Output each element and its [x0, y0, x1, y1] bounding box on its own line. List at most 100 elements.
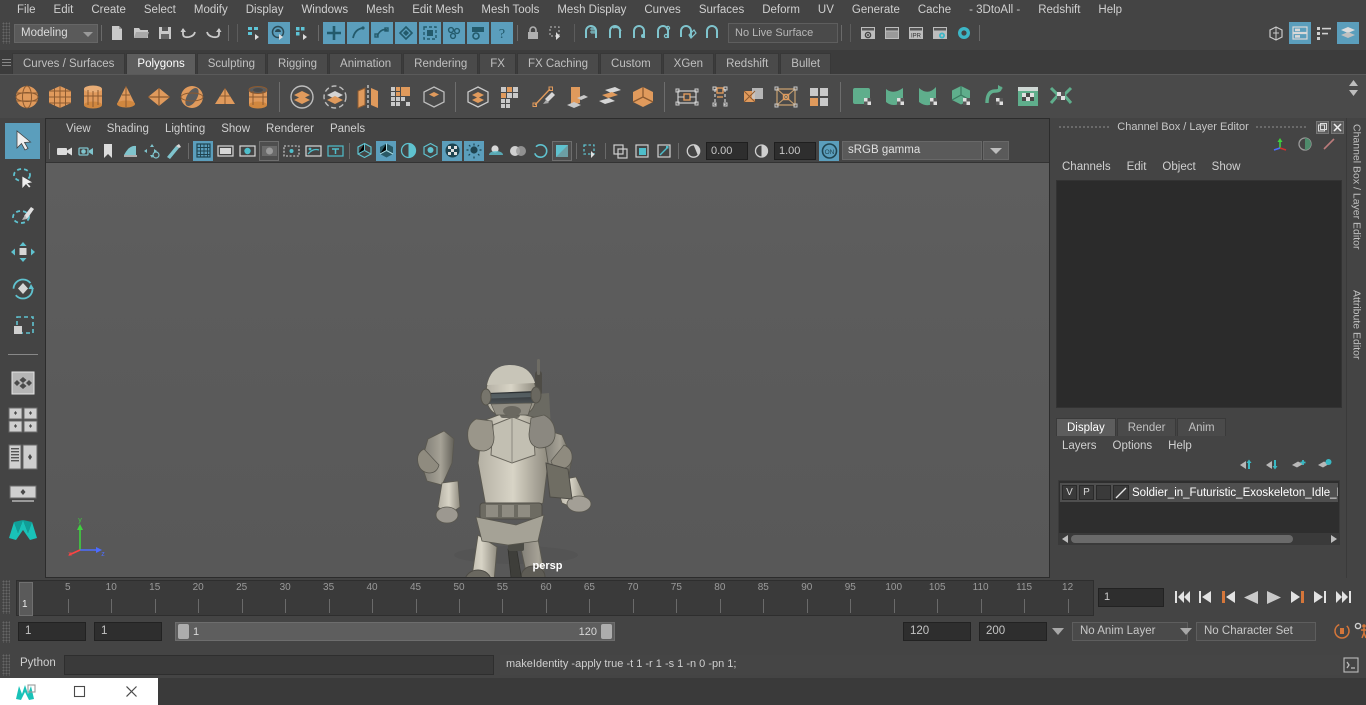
viewport-menu-show[interactable]: Show — [213, 119, 258, 139]
menu-item-cache[interactable]: Cache — [909, 0, 960, 20]
channel-box-icon[interactable] — [1272, 137, 1288, 156]
combine-icon[interactable] — [285, 78, 318, 116]
last-tool-used[interactable] — [5, 365, 40, 401]
menu-item-display[interactable]: Display — [237, 0, 293, 20]
texture-name-icon[interactable] — [325, 141, 345, 161]
use-all-lights-icon[interactable] — [464, 140, 484, 161]
smooth-shade-icon[interactable] — [376, 140, 396, 161]
redo-last-render-icon[interactable] — [881, 22, 903, 44]
create-layer-from-selected-icon[interactable] — [1317, 458, 1332, 476]
layer-editor-menu-layers[interactable]: Layers — [1054, 437, 1105, 456]
channel-box-menu-edit[interactable]: Edit — [1119, 157, 1155, 177]
xray-joints-icon[interactable] — [632, 141, 652, 161]
menu-item-create[interactable]: Create — [82, 0, 135, 20]
shelf-tab-redshift[interactable]: Redshift — [715, 53, 780, 74]
poly-plane-icon[interactable] — [142, 78, 175, 116]
highlight-selection-icon[interactable] — [546, 22, 568, 44]
scroll-left-icon[interactable] — [1059, 534, 1071, 543]
scroll-down-icon[interactable] — [1348, 88, 1359, 98]
animation-start-field[interactable]: 1 — [18, 622, 86, 641]
poke-face-icon[interactable] — [769, 78, 802, 116]
modeling-toolkit-icon[interactable] — [1322, 137, 1336, 156]
menu-item-mesh[interactable]: Mesh — [357, 0, 403, 20]
image-plane-icon[interactable] — [120, 141, 140, 161]
ipr-render-icon[interactable]: IPR — [905, 22, 927, 44]
open-scene-icon[interactable] — [130, 22, 152, 44]
xray-icon[interactable] — [610, 141, 630, 161]
motion-blur-icon[interactable] — [530, 141, 550, 161]
close-icon[interactable] — [1331, 120, 1344, 134]
uv-unfold-icon[interactable] — [1044, 78, 1077, 116]
status-line-grip[interactable] — [2, 22, 10, 44]
extrude-icon[interactable] — [494, 78, 527, 116]
snap-to-projected-center-icon[interactable] — [653, 22, 675, 44]
layer-list[interactable]: V P Soldier_in_Futuristic_Exoskeleton_Id… — [1058, 480, 1340, 545]
layer-color-swatch[interactable] — [1113, 485, 1129, 500]
menu-item-curves[interactable]: Curves — [635, 0, 689, 20]
show-hide-editor-icon[interactable] — [1265, 22, 1287, 44]
menu-item-3dtoall[interactable]: - 3DtoAll - — [960, 0, 1029, 20]
layer-shading-toggle[interactable] — [1096, 485, 1111, 500]
quad-draw-icon[interactable] — [802, 78, 835, 116]
time-slider[interactable]: 1 5 10 15 20 25 30 35 40 45 50 55 60 65 70 75 80 85 90 95 1… — [16, 580, 1094, 616]
gamma-field[interactable]: 1.00 — [774, 141, 816, 160]
undock-icon[interactable] — [1316, 120, 1329, 134]
exposure-icon[interactable] — [683, 141, 703, 161]
curves-mask-icon[interactable] — [347, 22, 369, 44]
script-editor-icon[interactable] — [1342, 656, 1360, 674]
grease-pencil-icon[interactable] — [164, 141, 184, 161]
multisample-aa-icon[interactable] — [552, 140, 572, 161]
layer-editor-menu-help[interactable]: Help — [1160, 437, 1200, 456]
shelf-tab-curves-surfaces[interactable]: Curves / Surfaces — [12, 53, 126, 74]
channel-box-menu-channels[interactable]: Channels — [1054, 157, 1119, 177]
menu-item-edit-mesh[interactable]: Edit Mesh — [403, 0, 472, 20]
textured-icon[interactable] — [442, 140, 462, 161]
menu-item-edit[interactable]: Edit — [45, 0, 83, 20]
snap-to-point-icon[interactable] — [629, 22, 651, 44]
render-settings-icon[interactable] — [929, 22, 951, 44]
command-language-label[interactable]: Python — [20, 657, 56, 669]
shelf-tab-custom[interactable]: Custom — [600, 53, 662, 74]
poly-torus-icon[interactable] — [175, 78, 208, 116]
select-camera-icon[interactable] — [54, 141, 74, 161]
layer-editor-menu-options[interactable]: Options — [1105, 437, 1161, 456]
menu-item-help[interactable]: Help — [1089, 0, 1131, 20]
bridge-icon[interactable] — [593, 78, 626, 116]
range-slider-right-handle[interactable] — [601, 624, 612, 639]
layer-name[interactable]: Soldier_in_Futuristic_Exoskeleton_Idle_P… — [1132, 487, 1338, 499]
select-by-object-type-icon[interactable] — [268, 22, 290, 44]
menu-set-selector[interactable]: Modeling — [14, 23, 98, 43]
snap-to-grid-icon[interactable] — [581, 22, 603, 44]
paint-select-tool[interactable] — [5, 197, 40, 233]
separate-icon[interactable] — [318, 78, 351, 116]
step-back-frame-icon[interactable] — [1195, 586, 1215, 608]
dynamics-mask-icon[interactable] — [419, 22, 441, 44]
exposure-field[interactable]: 0.00 — [706, 141, 748, 160]
command-input[interactable] — [64, 655, 494, 675]
step-forward-frame-icon[interactable] — [1310, 586, 1330, 608]
grid-toggle-icon[interactable] — [193, 140, 213, 161]
poly-cube-icon[interactable] — [43, 78, 76, 116]
layer-playback-toggle[interactable]: P — [1079, 485, 1094, 500]
wireframe-icon[interactable] — [354, 141, 374, 161]
command-line-grip[interactable] — [2, 654, 10, 676]
viewport-menu-view[interactable]: View — [58, 119, 99, 139]
redo-icon[interactable] — [202, 22, 224, 44]
insert-edge-loop-icon[interactable] — [670, 78, 703, 116]
single-perspective-view-layout[interactable] — [5, 402, 40, 438]
animation-preferences-icon[interactable] — [1352, 621, 1366, 641]
channel-box-menu-object[interactable]: Object — [1154, 157, 1203, 177]
layer-editor-tab-render[interactable]: Render — [1116, 418, 1177, 436]
screen-space-ao-icon[interactable] — [508, 141, 528, 161]
snap-to-view-plane-icon[interactable] — [677, 22, 699, 44]
lock-selection-icon[interactable] — [522, 22, 544, 44]
make-live-icon[interactable] — [701, 22, 723, 44]
bookmarks-icon[interactable] — [98, 141, 118, 161]
film-origin-icon[interactable] — [281, 141, 301, 161]
time-slider-grip[interactable] — [2, 580, 10, 614]
layer-list-scrollbar[interactable] — [1059, 533, 1339, 544]
menu-item-surfaces[interactable]: Surfaces — [690, 0, 753, 20]
anim-layer-select[interactable]: No Anim Layer — [1072, 622, 1188, 641]
gate-mask-icon[interactable] — [259, 140, 279, 161]
range-slider[interactable]: 1 120 — [175, 622, 615, 641]
